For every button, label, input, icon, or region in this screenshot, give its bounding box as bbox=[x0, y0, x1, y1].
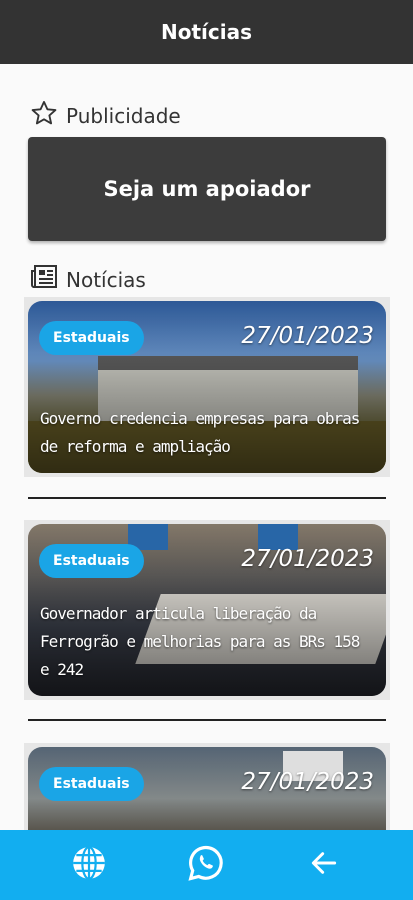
star-outline-icon bbox=[30, 99, 58, 132]
category-badge: Estaduais bbox=[39, 321, 144, 355]
news-header: Notícias bbox=[30, 264, 146, 295]
news-headline: Governo credencia empresas para obras de… bbox=[40, 409, 360, 456]
arrow-left-icon bbox=[308, 847, 340, 884]
news-headline: Governador articula liberação da Ferrogr… bbox=[40, 604, 360, 679]
news-date: 27/01/2023 bbox=[241, 769, 374, 795]
bottom-nav bbox=[0, 830, 413, 900]
news-card[interactable]: Estaduais 27/01/2023 Governador articula… bbox=[24, 520, 390, 700]
support-button-label: Seja um apoiador bbox=[103, 177, 311, 201]
category-badge: Estaduais bbox=[39, 767, 144, 801]
news-date: 27/01/2023 bbox=[241, 546, 374, 572]
globe-icon bbox=[70, 844, 108, 887]
support-button[interactable]: Seja um apoiador bbox=[28, 137, 386, 241]
website-button[interactable] bbox=[62, 838, 116, 892]
whatsapp-icon bbox=[187, 844, 225, 887]
news-card[interactable]: Estaduais 27/01/2023 bbox=[24, 743, 390, 830]
page-title: Notícias bbox=[160, 20, 252, 44]
publicidade-header: Publicidade bbox=[30, 99, 181, 132]
back-button[interactable] bbox=[297, 838, 351, 892]
news-card-inner[interactable]: Estaduais 27/01/2023 bbox=[28, 747, 386, 830]
news-card-inner[interactable]: Estaduais 27/01/2023 Governo credencia e… bbox=[28, 301, 386, 473]
newspaper-icon bbox=[30, 264, 58, 295]
content-area[interactable]: Publicidade Seja um apoiador Notícias Es… bbox=[0, 64, 413, 830]
category-badge: Estaduais bbox=[39, 544, 144, 578]
divider bbox=[28, 719, 386, 721]
news-card[interactable]: Estaduais 27/01/2023 Governo credencia e… bbox=[24, 297, 390, 477]
divider bbox=[28, 497, 386, 499]
app-bar: Notícias bbox=[0, 0, 413, 64]
news-section-label: Notícias bbox=[66, 267, 146, 292]
news-date: 27/01/2023 bbox=[241, 323, 374, 349]
news-card-inner[interactable]: Estaduais 27/01/2023 Governador articula… bbox=[28, 524, 386, 696]
publicidade-label: Publicidade bbox=[66, 103, 181, 128]
whatsapp-button[interactable] bbox=[179, 838, 233, 892]
